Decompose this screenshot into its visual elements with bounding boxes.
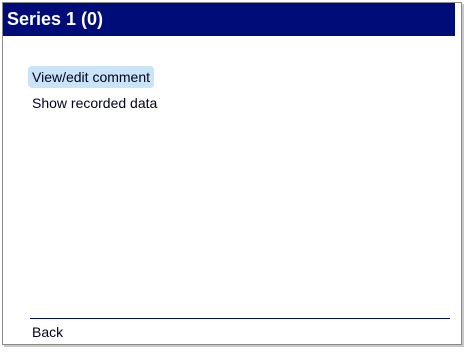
footer-divider	[30, 318, 450, 319]
menu-item-show-recorded-data[interactable]: Show recorded data	[28, 92, 161, 114]
menu-list: View/edit comment Show recorded data	[28, 66, 228, 118]
menu-row-show-recorded-data: Show recorded data	[28, 92, 228, 118]
back-button[interactable]: Back	[32, 324, 63, 340]
menu-item-view-edit-comment[interactable]: View/edit comment	[28, 66, 155, 88]
window-title: Series 1 (0)	[3, 3, 455, 36]
menu-row-view-edit-comment: View/edit comment	[28, 66, 228, 92]
dialog-frame	[2, 2, 462, 345]
